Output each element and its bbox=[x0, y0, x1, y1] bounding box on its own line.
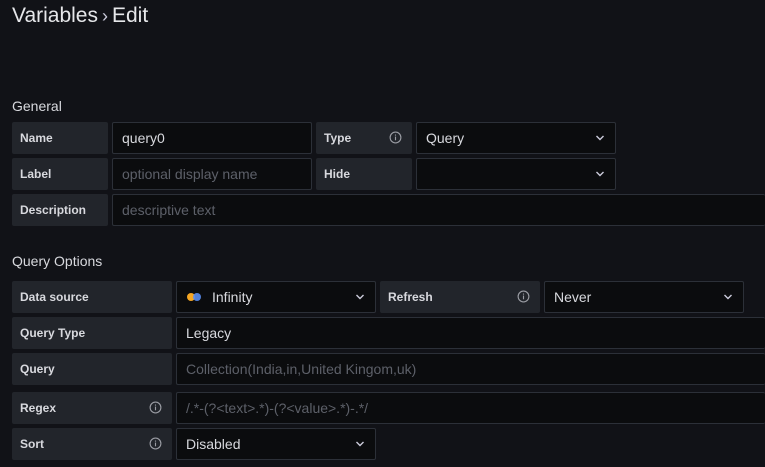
info-circle-icon[interactable] bbox=[389, 131, 402, 144]
regex-label: Regex bbox=[12, 392, 172, 424]
query-type-field[interactable]: Legacy bbox=[176, 317, 765, 349]
info-circle-icon[interactable] bbox=[149, 437, 162, 450]
chevron-down-icon bbox=[596, 135, 604, 141]
breadcrumb-variables[interactable]: Variables bbox=[12, 4, 98, 27]
query-label: Query bbox=[12, 353, 172, 385]
chevron-down-icon bbox=[356, 441, 364, 447]
description-field[interactable] bbox=[112, 194, 765, 226]
type-label: Type bbox=[316, 122, 412, 154]
hide-label: Hide bbox=[316, 158, 412, 190]
refresh-label-text: Refresh bbox=[388, 290, 433, 304]
regex-input[interactable] bbox=[186, 400, 756, 416]
query-field[interactable] bbox=[176, 353, 765, 385]
data-source-select[interactable]: Infinity bbox=[176, 281, 376, 313]
sort-value: Disabled bbox=[186, 436, 241, 452]
refresh-value: Never bbox=[554, 289, 592, 305]
type-select[interactable]: Query bbox=[416, 122, 616, 154]
name-field[interactable] bbox=[112, 122, 312, 154]
sort-label: Sort bbox=[12, 428, 172, 460]
name-input[interactable] bbox=[122, 130, 302, 146]
query-input[interactable] bbox=[186, 361, 756, 377]
query-options-heading: Query Options bbox=[12, 253, 103, 269]
label-label: Label bbox=[12, 158, 108, 190]
label-field[interactable] bbox=[112, 158, 312, 190]
hide-select[interactable] bbox=[416, 158, 616, 190]
data-source-label: Data source bbox=[12, 281, 172, 313]
refresh-label: Refresh bbox=[380, 281, 540, 313]
refresh-select[interactable]: Never bbox=[544, 281, 744, 313]
page-title: Variables › Edit bbox=[12, 4, 148, 28]
query-type-label: Query Type bbox=[12, 317, 172, 349]
infinity-datasource-icon bbox=[187, 293, 201, 301]
description-label: Description bbox=[12, 194, 108, 226]
chevron-down-icon bbox=[596, 171, 604, 177]
type-label-text: Type bbox=[324, 131, 352, 145]
regex-field[interactable] bbox=[176, 392, 765, 424]
label-input[interactable] bbox=[122, 166, 302, 182]
regex-label-text: Regex bbox=[20, 401, 57, 415]
breadcrumb-edit: Edit bbox=[112, 4, 149, 27]
breadcrumb-separator-icon: › bbox=[102, 6, 108, 26]
info-circle-icon[interactable] bbox=[149, 401, 162, 414]
query-type-value: Legacy bbox=[186, 325, 232, 341]
name-label: Name bbox=[12, 122, 108, 154]
info-circle-icon[interactable] bbox=[517, 290, 530, 303]
chevron-down-icon bbox=[724, 294, 732, 300]
data-source-value: Infinity bbox=[212, 289, 253, 305]
sort-select[interactable]: Disabled bbox=[176, 428, 376, 460]
chevron-down-icon bbox=[356, 294, 364, 300]
type-select-value: Query bbox=[426, 130, 465, 146]
general-heading: General bbox=[12, 98, 62, 114]
description-input[interactable] bbox=[122, 202, 756, 218]
sort-label-text: Sort bbox=[20, 437, 44, 451]
